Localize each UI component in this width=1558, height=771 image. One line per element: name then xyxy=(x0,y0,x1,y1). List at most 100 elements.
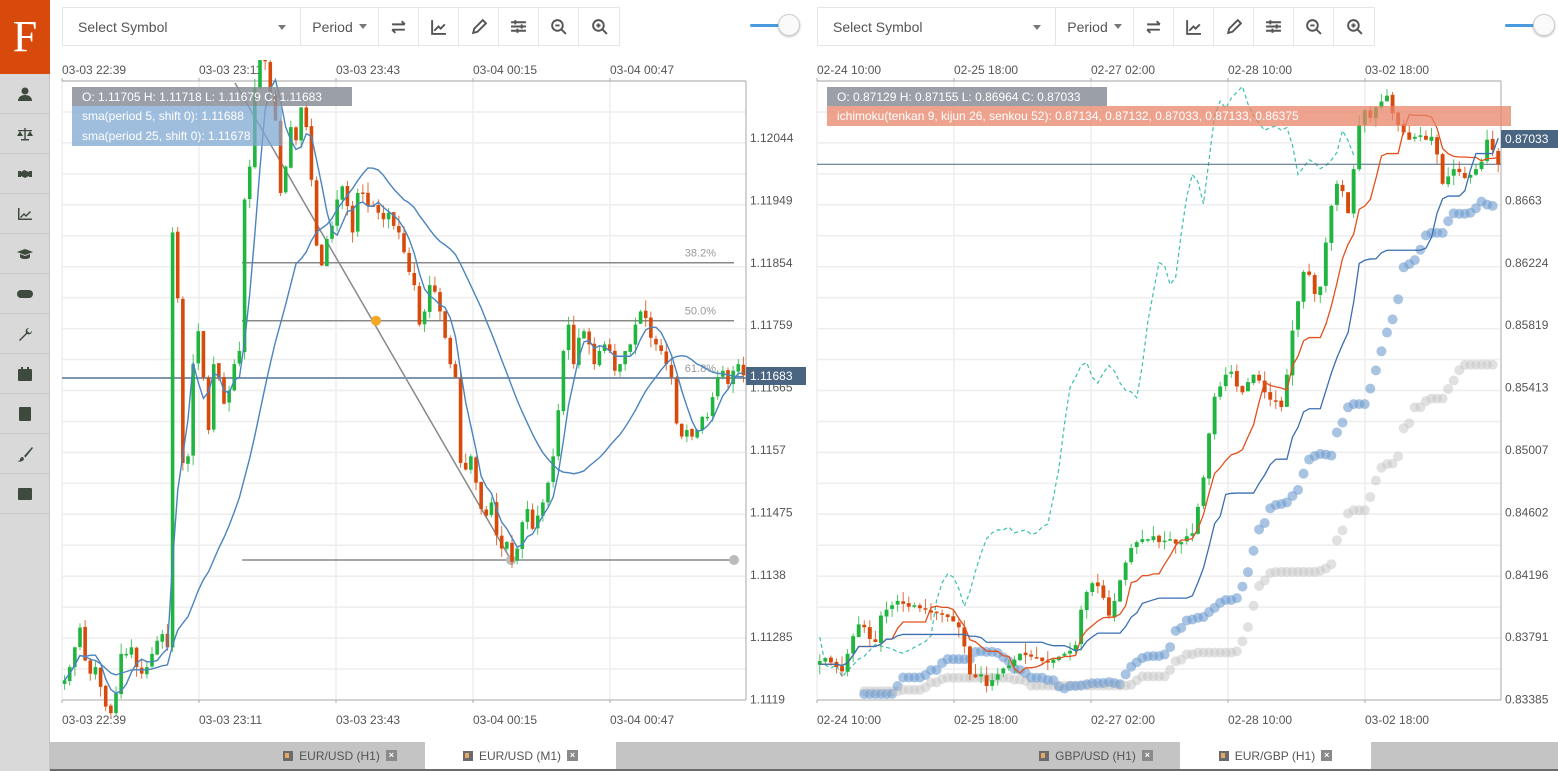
sidebar-item-deals[interactable] xyxy=(0,154,49,194)
candle xyxy=(469,454,473,474)
candle-body xyxy=(103,685,108,707)
sidebar-item-layout[interactable] xyxy=(0,474,49,514)
symbol-select[interactable]: Select Symbol xyxy=(818,8,1056,45)
toggle-knob[interactable] xyxy=(1533,14,1555,36)
close-icon[interactable]: × xyxy=(567,750,578,761)
zoom-in-button[interactable] xyxy=(579,8,619,45)
senkou-b-point xyxy=(1231,646,1242,657)
close-icon[interactable]: × xyxy=(1141,750,1153,761)
candle-body xyxy=(289,127,293,168)
tab-bar-right: GBP/USD (H1) × EUR/GBP (H1) × xyxy=(808,742,1558,771)
sidebar-item-account[interactable] xyxy=(0,74,49,114)
candle-body xyxy=(1407,132,1412,140)
candle xyxy=(237,341,242,367)
sidebar-item-charts[interactable] xyxy=(0,194,49,234)
candle xyxy=(93,661,98,680)
tab-eurgbp-h1[interactable]: EUR/GBP (H1) × xyxy=(1180,742,1371,769)
settings-sliders-button[interactable] xyxy=(1254,8,1294,45)
fib-level-label: 38.2% xyxy=(685,248,716,260)
sidebar-item-education[interactable] xyxy=(0,234,49,274)
candle xyxy=(407,247,411,276)
pencil-button[interactable] xyxy=(1214,8,1254,45)
period-dropdown[interactable]: Period xyxy=(1056,8,1134,45)
candle-body xyxy=(551,456,555,482)
zoom-out-button[interactable] xyxy=(539,8,579,45)
candle xyxy=(1418,126,1423,142)
candle-body xyxy=(643,310,648,319)
tab-label: EUR/GBP (H1) xyxy=(1234,748,1316,763)
candle-body xyxy=(705,416,710,419)
candle xyxy=(463,453,468,471)
candle xyxy=(1351,165,1356,219)
y-tick-label: 1.1138 xyxy=(750,568,786,582)
senkou-a-point xyxy=(1487,200,1498,211)
candle xyxy=(1062,652,1067,657)
swap-button[interactable] xyxy=(1134,8,1174,45)
indicator-button[interactable] xyxy=(419,8,459,45)
candle xyxy=(945,613,950,622)
chart-pane-right: Select Symbol Period 02-24 10:00 02-24 10… xyxy=(808,0,1558,742)
close-icon[interactable]: × xyxy=(385,750,397,761)
candle xyxy=(1018,653,1022,662)
candle xyxy=(1234,364,1239,392)
y-tick-label: 0.84196 xyxy=(1505,568,1549,582)
candle xyxy=(1101,580,1106,601)
last-price-value: 1.11683 xyxy=(750,369,793,383)
candle xyxy=(597,346,602,367)
y-tick-label: 1.11475 xyxy=(750,505,793,519)
candle-body xyxy=(402,233,406,253)
chart-toggle-switch[interactable] xyxy=(1505,14,1555,38)
x-tick-label-bottom: 02-28 10:00 xyxy=(1228,713,1292,725)
y-tick-label: 0.84602 xyxy=(1505,505,1549,519)
candlestick-chart[interactable]: 02-24 10:00 02-24 10:00 02-25 18:00 02-25 1… xyxy=(808,60,1558,725)
senkou-a-point xyxy=(1293,484,1304,495)
x-tick-label-top: 03-03 23:11 xyxy=(199,63,262,77)
candle-body xyxy=(917,605,922,609)
candle-body xyxy=(1423,135,1428,140)
close-icon[interactable]: × xyxy=(1321,750,1333,761)
pencil-button[interactable] xyxy=(459,8,499,45)
settings-sliders-button[interactable] xyxy=(499,8,539,45)
candle-body xyxy=(884,609,889,617)
candle-body xyxy=(453,364,458,378)
candle-body xyxy=(1018,653,1022,661)
candle xyxy=(934,611,939,621)
candle-body xyxy=(1029,654,1034,657)
tab-eurusd-h1[interactable]: EUR/USD (H1) × xyxy=(255,742,425,769)
candle-body xyxy=(1201,477,1206,506)
trendline-handle[interactable] xyxy=(371,315,381,326)
candle-body xyxy=(1312,275,1317,294)
candlestick-chart[interactable]: 03-03 22:39 03-03 22:39 03-03 23:11 03-03 2… xyxy=(50,60,808,725)
toggle-knob[interactable] xyxy=(778,14,800,36)
candle xyxy=(1329,204,1334,251)
swap-button[interactable] xyxy=(379,8,419,45)
tab-gbpusd-h1[interactable]: GBP/USD (H1) × xyxy=(1011,742,1181,769)
sidebar-item-balance[interactable] xyxy=(0,114,49,154)
candle xyxy=(283,165,288,195)
chart-toggle-switch[interactable] xyxy=(750,14,800,38)
zoom-out-button[interactable] xyxy=(1294,8,1334,45)
candle-body xyxy=(1062,653,1067,656)
fib-handle-end[interactable] xyxy=(729,555,739,565)
zoom-in-button[interactable] xyxy=(1334,8,1374,45)
candle-body xyxy=(479,481,483,510)
candle-body xyxy=(582,331,586,339)
sidebar-item-games[interactable] xyxy=(0,274,49,314)
sidebar-item-calendar[interactable] xyxy=(0,354,49,394)
tab-eurusd-m1[interactable]: EUR/USD (M1) × xyxy=(425,742,616,769)
candle xyxy=(129,639,134,659)
indicator-button[interactable] xyxy=(1174,8,1214,45)
y-tick-label: 0.83385 xyxy=(1505,693,1549,707)
sidebar-item-styles[interactable] xyxy=(0,434,49,474)
sidebar-item-journal[interactable] xyxy=(0,394,49,434)
candle xyxy=(1257,370,1262,384)
sidebar-item-tools[interactable] xyxy=(0,314,49,354)
symbol-select[interactable]: Select Symbol xyxy=(63,8,301,45)
period-dropdown[interactable]: Period xyxy=(301,8,379,45)
candle-body xyxy=(474,457,478,483)
senkou-a-point xyxy=(1387,314,1398,325)
app-logo[interactable]: F xyxy=(0,0,50,74)
y-tick-label: 1.11759 xyxy=(750,318,793,332)
candle-body xyxy=(366,192,370,207)
candle-body xyxy=(88,660,93,674)
